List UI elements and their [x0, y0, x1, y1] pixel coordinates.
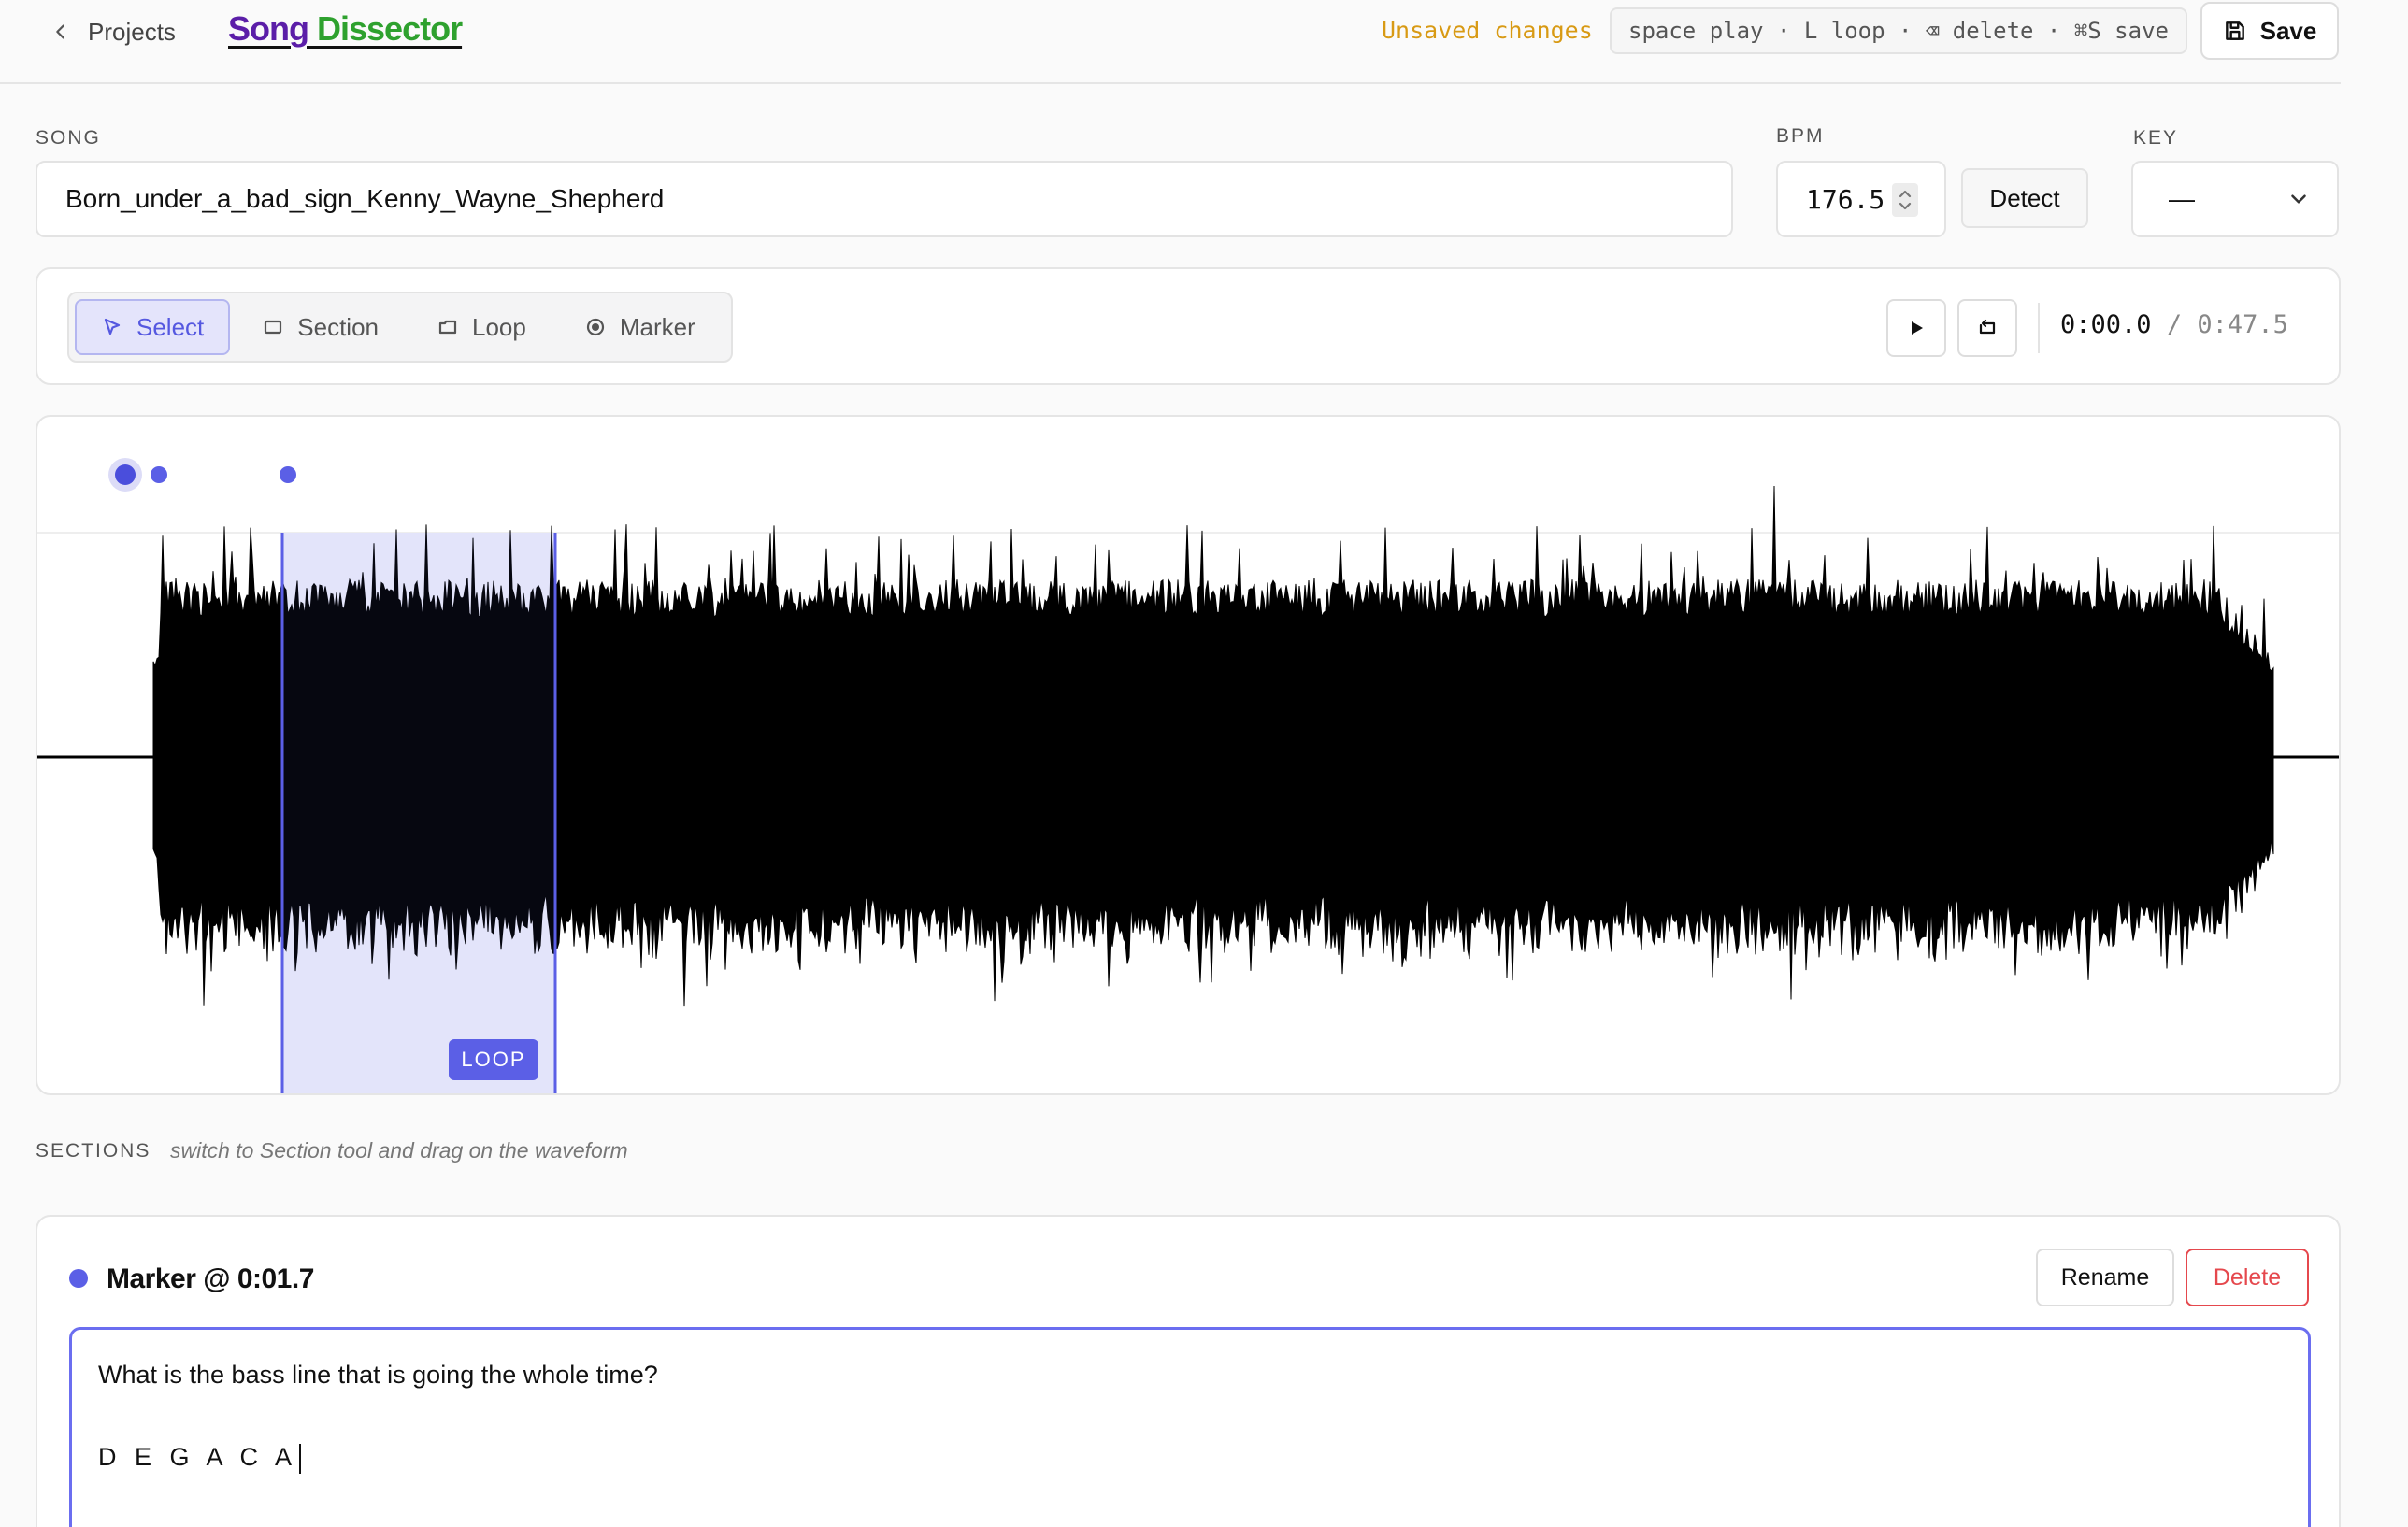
- tool-selector: Select Section Loop Marker: [67, 292, 733, 363]
- marker-pin[interactable]: [150, 466, 167, 483]
- app-header: Projects Song Dissector Unsaved changes …: [0, 0, 2341, 84]
- marker-title: Marker @ 0:01.7: [107, 1263, 314, 1294]
- key-label: KEY: [2133, 127, 2179, 149]
- loop-icon: [438, 320, 457, 335]
- marker-color-dot: [69, 1269, 88, 1288]
- stepper-arrows-icon: [1899, 190, 1912, 210]
- waveform-canvas[interactable]: [37, 417, 2341, 1095]
- tool-select[interactable]: Select: [75, 299, 231, 355]
- total-time: 0:47.5: [2197, 310, 2288, 339]
- transport-toolbar: Select Section Loop Marker 0:00.0 / 0:47…: [36, 267, 2341, 385]
- shortcut-hints: space play · L loop · ⌫ delete · ⌘S save: [1610, 7, 2187, 54]
- bpm-stepper[interactable]: [1892, 183, 1918, 217]
- key-select[interactable]: —: [2131, 161, 2339, 237]
- tool-marker[interactable]: Marker: [558, 299, 722, 355]
- rename-button[interactable]: Rename: [2036, 1249, 2174, 1306]
- back-label: Projects: [88, 17, 176, 46]
- tool-section[interactable]: Section: [236, 299, 405, 355]
- waveform-panel[interactable]: LOOP: [36, 415, 2341, 1095]
- sections-label: SECTIONS: [36, 1140, 151, 1162]
- detect-bpm-button[interactable]: Detect: [1961, 168, 2088, 228]
- song-name-input[interactable]: Born_under_a_bad_sign_Kenny_Wayne_Shephe…: [36, 161, 1733, 237]
- marker-card: Marker @ 0:01.7 Rename Delete What is th…: [36, 1215, 2341, 1527]
- marker-pin[interactable]: [280, 466, 296, 483]
- sections-hint: switch to Section tool and drag on the w…: [170, 1138, 628, 1163]
- delete-button[interactable]: Delete: [2186, 1249, 2309, 1306]
- back-to-projects-link[interactable]: Projects: [50, 13, 176, 50]
- play-icon: [1912, 321, 1923, 335]
- song-label: SONG: [36, 127, 101, 149]
- marker-note-textarea[interactable]: What is the bass line that is going the …: [69, 1327, 2311, 1527]
- play-button[interactable]: [1886, 299, 1946, 357]
- unsaved-status: Unsaved changes: [1382, 17, 1593, 44]
- chevron-left-icon: [56, 24, 64, 39]
- bpm-input[interactable]: 176.5: [1776, 161, 1946, 237]
- tool-loop[interactable]: Loop: [410, 299, 552, 355]
- note-line: D E G A C A: [98, 1443, 298, 1471]
- loop-overlay: [282, 533, 555, 1093]
- text-caret: [299, 1443, 302, 1474]
- marker-icon: [586, 318, 604, 336]
- time-display: 0:00.0 / 0:47.5: [2060, 310, 2288, 339]
- loop-toggle-button[interactable]: [1957, 299, 2017, 357]
- marker-pin[interactable]: [115, 464, 136, 485]
- cursor-icon: [104, 318, 121, 335]
- floppy-disk-icon: [2225, 21, 2244, 40]
- bpm-label: BPM: [1776, 125, 1825, 147]
- square-icon: [265, 320, 282, 335]
- app-logo: Song Dissector: [228, 9, 463, 48]
- toolbar-divider: [2038, 303, 2040, 353]
- current-time: 0:00.0: [2060, 310, 2152, 339]
- chevron-down-icon: [2291, 194, 2306, 204]
- note-line: What is the bass line that is going the …: [98, 1361, 658, 1389]
- save-button[interactable]: Save: [2200, 2, 2339, 60]
- loop-badge[interactable]: LOOP: [449, 1039, 538, 1080]
- repeat-icon: [1979, 319, 1996, 335]
